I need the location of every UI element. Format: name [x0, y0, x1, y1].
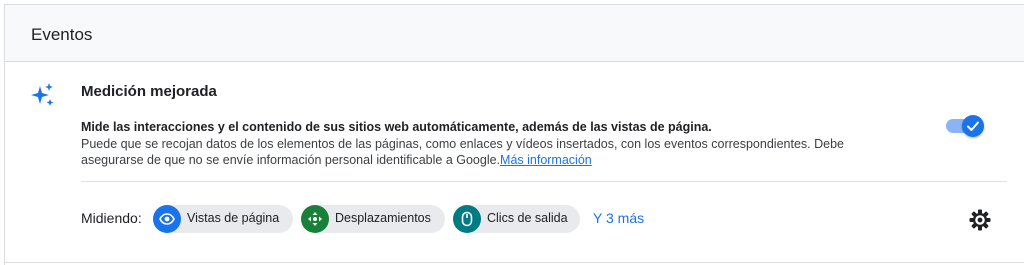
mouse-icon — [453, 205, 481, 233]
measuring-label: Midiendo: — [81, 210, 142, 226]
description-line-1: Puede que se recojan datos de los elemen… — [81, 137, 844, 151]
page-header: Eventos — [4, 4, 1024, 62]
scroll-arrows-icon — [301, 205, 329, 233]
sparkle-icon — [31, 83, 54, 106]
gear-icon[interactable] — [968, 208, 992, 232]
page-title: Eventos — [31, 25, 93, 44]
chip-outbound-clicks[interactable]: Clics de salida — [453, 205, 580, 233]
description-line-2: asegurarse de que no se envíe informació… — [81, 153, 501, 167]
toggle-knob — [962, 115, 984, 137]
bottom-border — [4, 262, 1024, 263]
chip-scrolls[interactable]: Desplazamientos — [301, 205, 445, 233]
learn-more-link[interactable]: Más información — [500, 153, 592, 167]
eye-icon — [153, 205, 181, 233]
divider — [81, 181, 1007, 182]
section-description: Puede que se recojan datos de los elemen… — [81, 136, 901, 168]
enhanced-measurement-toggle[interactable] — [946, 114, 986, 138]
check-icon — [967, 121, 979, 131]
chip-page-views[interactable]: Vistas de página — [153, 205, 293, 233]
chip-label: Vistas de página — [187, 211, 280, 225]
section-title: Medición mejorada — [81, 83, 217, 100]
chip-label: Clics de salida — [487, 211, 568, 225]
section-description-strong: Mide las interacciones y el contenido de… — [81, 120, 712, 134]
chip-label: Desplazamientos — [335, 211, 431, 225]
more-events-link[interactable]: Y 3 más — [593, 210, 644, 226]
